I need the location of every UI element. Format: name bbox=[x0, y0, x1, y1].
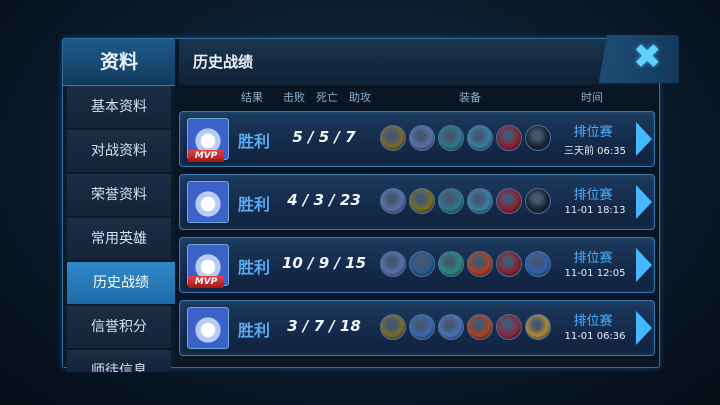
column-header-kills: 击败 bbox=[283, 91, 305, 104]
column-header-time: 时间 bbox=[581, 91, 603, 104]
match-mode: 排位赛 bbox=[573, 188, 613, 203]
chevron-right-icon[interactable] bbox=[636, 248, 652, 282]
match-time: 11-01 06:36 bbox=[564, 331, 626, 342]
equipment-item-icon bbox=[496, 314, 522, 340]
match-kda: 5 / 5 / 7 bbox=[292, 128, 356, 146]
equipment-item-icon bbox=[467, 314, 493, 340]
match-time: 11-01 18:13 bbox=[564, 205, 626, 216]
sidebar-item-match-history[interactable]: 历史战绩 bbox=[67, 262, 175, 305]
equipment-item-icon bbox=[467, 251, 493, 277]
history-panel: 历史战绩 ✖ 结果 击败 死亡 助攻 装备 时间 MVP 胜利 5 / 5 / … bbox=[179, 35, 679, 367]
equipment-item-icon bbox=[496, 251, 522, 277]
sidebar-header: 资料 bbox=[63, 39, 175, 86]
match-result: 胜利 bbox=[238, 195, 271, 214]
sidebar-item-credit-score[interactable]: 信誉积分 bbox=[67, 306, 171, 349]
equipment-list bbox=[380, 314, 554, 342]
match-result: 胜利 bbox=[238, 132, 271, 151]
hero-avatar bbox=[187, 307, 229, 349]
sidebar-item-honor-info[interactable]: 荣誉资料 bbox=[67, 174, 171, 217]
equipment-item-icon bbox=[438, 251, 464, 277]
match-mode: 排位赛 bbox=[573, 125, 613, 140]
equipment-item-icon bbox=[525, 125, 551, 151]
chevron-right-icon[interactable] bbox=[636, 311, 652, 345]
equipment-list bbox=[380, 125, 554, 153]
equipment-item-icon bbox=[467, 125, 493, 151]
equipment-item-icon bbox=[525, 314, 551, 340]
panel-title-bar: 历史战绩 ✖ bbox=[179, 35, 679, 85]
equipment-list bbox=[380, 188, 554, 216]
equipment-item-icon bbox=[467, 188, 493, 214]
match-mode: 排位赛 bbox=[573, 314, 613, 329]
equipment-item-icon bbox=[380, 251, 406, 277]
equipment-item-icon bbox=[409, 251, 435, 277]
equipment-item-icon bbox=[409, 125, 435, 151]
match-time: 11-01 12:05 bbox=[564, 268, 626, 279]
equipment-item-icon bbox=[409, 188, 435, 214]
mvp-badge: MVP bbox=[188, 150, 224, 162]
column-header-equipment: 装备 bbox=[459, 91, 481, 104]
match-row[interactable]: MVP 胜利 10 / 9 / 15 排位赛 11-01 12:05 bbox=[179, 237, 655, 293]
panel-title: 历史战绩 bbox=[193, 53, 254, 71]
column-header-deaths: 死亡 bbox=[316, 91, 338, 104]
chevron-right-icon[interactable] bbox=[636, 122, 652, 156]
equipment-item-icon bbox=[438, 314, 464, 340]
equipment-item-icon bbox=[438, 125, 464, 151]
match-row[interactable]: 胜利 3 / 7 / 18 排位赛 11-01 06:36 bbox=[179, 300, 655, 356]
match-row[interactable]: 胜利 4 / 3 / 23 排位赛 11-01 18:13 bbox=[179, 174, 655, 230]
column-header-assists: 助攻 bbox=[349, 91, 371, 104]
sidebar-item-mentor-info[interactable]: 师徒信息 bbox=[67, 350, 171, 373]
sidebar-item-common-heroes[interactable]: 常用英雄 bbox=[67, 218, 171, 261]
match-result: 胜利 bbox=[238, 258, 271, 277]
match-result: 胜利 bbox=[238, 321, 271, 340]
equipment-item-icon bbox=[409, 314, 435, 340]
mvp-badge: MVP bbox=[188, 276, 224, 288]
sidebar: 资料 基本资料 对战资料 荣誉资料 常用英雄 历史战绩 信誉积分 师徒信息 bbox=[63, 39, 175, 373]
equipment-item-icon bbox=[496, 188, 522, 214]
match-row[interactable]: MVP 胜利 5 / 5 / 7 排位赛 三天前 06:35 bbox=[179, 111, 655, 167]
equipment-item-icon bbox=[496, 125, 522, 151]
close-button[interactable]: ✖ bbox=[589, 35, 679, 83]
equipment-item-icon bbox=[380, 188, 406, 214]
equipment-item-icon bbox=[438, 188, 464, 214]
sidebar-item-battle-info[interactable]: 对战资料 bbox=[67, 130, 171, 173]
equipment-item-icon bbox=[380, 314, 406, 340]
match-kda: 10 / 9 / 15 bbox=[281, 254, 367, 272]
equipment-item-icon bbox=[525, 251, 551, 277]
sidebar-item-basic-info[interactable]: 基本资料 bbox=[67, 86, 171, 129]
equipment-item-icon bbox=[380, 125, 406, 151]
equipment-list bbox=[380, 251, 554, 279]
history-window: 资料 基本资料 对战资料 荣誉资料 常用英雄 历史战绩 信誉积分 师徒信息 历史… bbox=[62, 35, 679, 373]
column-header-result: 结果 bbox=[241, 91, 263, 104]
match-time: 三天前 06:35 bbox=[564, 146, 626, 157]
match-kda: 4 / 3 / 23 bbox=[287, 191, 361, 209]
chevron-right-icon[interactable] bbox=[636, 185, 652, 219]
close-icon[interactable]: ✖ bbox=[633, 37, 662, 77]
equipment-item-icon bbox=[525, 188, 551, 214]
hero-avatar bbox=[187, 181, 229, 223]
match-mode: 排位赛 bbox=[573, 251, 613, 266]
match-kda: 3 / 7 / 18 bbox=[287, 317, 361, 335]
